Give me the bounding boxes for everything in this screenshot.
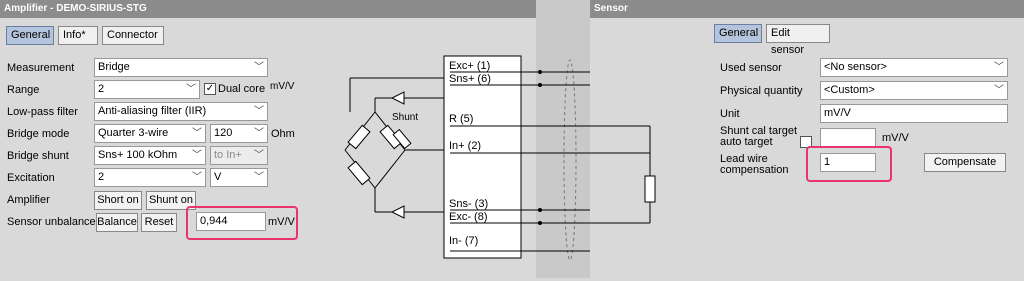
sns-plus-label: Sns+ (6) [449, 73, 491, 85]
bridge-shunt-value: Sns+ 100 kOhm [98, 149, 178, 161]
sensor-title: Sensor [590, 0, 1024, 18]
shunt-target-value: to In+ [214, 149, 242, 161]
exc-plus-label: Exc+ (1) [449, 60, 490, 72]
tab-general[interactable]: General [714, 24, 762, 43]
bridge-mode-select[interactable]: Quarter 3-wire ﹀ [94, 124, 206, 143]
range-select[interactable]: 2 ﹀ [94, 80, 200, 99]
measurement-label: Measurement [7, 62, 75, 74]
tab-edit-sensor[interactable]: Edit sensor [766, 24, 830, 56]
lowpass-value: Anti-aliasing filter (IIR) [98, 105, 207, 117]
chevron-down-icon: ﹀ [186, 84, 196, 95]
sensor-panel: Sensor General Edit sensor Used sensor <… [590, 0, 1024, 278]
range-value: 2 [98, 83, 105, 95]
measurement-value: Bridge [98, 61, 130, 73]
chevron-down-icon: ﹀ [192, 128, 202, 139]
highlight-box [186, 206, 298, 240]
chevron-down-icon: ﹀ [254, 150, 264, 161]
chevron-down-icon: ﹀ [192, 172, 202, 183]
balance-button[interactable]: Balance [96, 213, 138, 232]
amplifier-panel: Amplifier - DEMO-SIRIUS-STG General Info… [0, 0, 536, 278]
chevron-down-icon: ﹀ [994, 62, 1004, 73]
chevron-down-icon: ﹀ [994, 85, 1004, 96]
reset-button[interactable]: Reset [141, 213, 177, 232]
unit-input[interactable]: mV/V [820, 104, 1008, 123]
tab-general[interactable]: General [6, 26, 54, 45]
lead-wire-label-line2: compensation [720, 164, 789, 176]
excitation-value: 2 [98, 171, 105, 183]
shunt-cal-input[interactable] [820, 128, 876, 147]
used-sensor-value: <No sensor> [824, 61, 887, 73]
tab-info[interactable]: Info* [58, 26, 98, 45]
compensate-button[interactable]: Compensate [924, 153, 1006, 172]
in-plus-label: In+ (2) [449, 140, 481, 152]
lead-wire-label: Lead wire compensation [720, 154, 789, 176]
resistance-select[interactable]: 120 ﹀ [210, 124, 268, 143]
cable-schematic [536, 59, 590, 261]
bridge-shunt-label: Bridge shunt [7, 150, 69, 162]
unit-label: Unit [720, 108, 740, 120]
chevron-down-icon: ﹀ [192, 150, 202, 161]
in-minus-label: In- (7) [449, 235, 478, 247]
used-sensor-label: Used sensor [720, 62, 782, 74]
shunt-label: Shunt [392, 112, 418, 123]
ohm-unit: Ohm [271, 128, 295, 140]
shunt-target-select[interactable]: to In+ ﹀ [210, 146, 268, 165]
excitation-select[interactable]: 2 ﹀ [94, 168, 206, 187]
bridge-mode-label: Bridge mode [7, 128, 70, 140]
bridge-mode-value: Quarter 3-wire [98, 127, 169, 139]
amplifier-label: Amplifier [7, 194, 50, 206]
bridge-shunt-select[interactable]: Sns+ 100 kOhm ﹀ [94, 146, 206, 165]
chevron-down-icon: ﹀ [254, 62, 264, 73]
dual-core-label: Dual core [218, 83, 266, 95]
resistance-value: 120 [214, 127, 233, 139]
shunt-cal-unit: mV/V [882, 132, 909, 144]
sensor-unbalance-label: Sensor unbalance [7, 216, 96, 228]
shunt-cal-label: Shunt cal target auto target [720, 126, 797, 148]
sns-minus-label: Sns- (3) [449, 198, 488, 210]
cable-divider [536, 0, 590, 278]
excitation-unit-select[interactable]: V ﹀ [210, 168, 268, 187]
highlight-box [806, 146, 892, 182]
chevron-down-icon: ﹀ [254, 106, 264, 117]
lowpass-select[interactable]: Anti-aliasing filter (IIR) ﹀ [94, 102, 268, 121]
lowpass-label: Low-pass filter [7, 106, 78, 118]
chevron-down-icon: ﹀ [254, 172, 264, 183]
tab-connector[interactable]: Connector [102, 26, 164, 45]
physical-quantity-label: Physical quantity [720, 85, 803, 97]
chevron-down-icon: ﹀ [254, 128, 264, 139]
exc-minus-label: Exc- (8) [449, 211, 488, 223]
physical-quantity-select[interactable]: <Custom> ﹀ [820, 81, 1008, 100]
range-label: Range [7, 84, 40, 96]
r-label: R (5) [449, 113, 473, 125]
connector-box [443, 55, 522, 259]
shunt-cal-label-line2: auto target [720, 136, 773, 148]
range-unit: mV/V [270, 81, 295, 92]
used-sensor-select[interactable]: <No sensor> ﹀ [820, 58, 1008, 77]
physical-quantity-value: <Custom> [824, 84, 875, 96]
bridge-schematic: Shunt Exc+ (1) Sns+ (6) R (5) In+ (2) Sn… [344, 55, 536, 259]
excitation-unit-value: V [214, 171, 222, 183]
measurement-select[interactable]: Bridge ﹀ [94, 58, 268, 77]
excitation-label: Excitation [7, 172, 55, 184]
short-on-button[interactable]: Short on [94, 191, 142, 210]
amplifier-title: Amplifier - DEMO-SIRIUS-STG [0, 0, 536, 18]
sensor-wiring [590, 125, 656, 224]
dual-core-checkbox[interactable]: ✓ [204, 83, 216, 95]
